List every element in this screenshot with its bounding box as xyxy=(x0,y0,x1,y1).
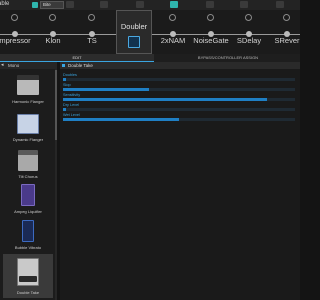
sidebar-item-label: Dynamic Flanger xyxy=(12,137,44,142)
toolbar-button-7[interactable] xyxy=(276,1,284,8)
sidebar-item-double-take[interactable]: Double Take xyxy=(3,254,53,298)
param-slider[interactable] xyxy=(63,108,295,111)
toolbar-button-3[interactable] xyxy=(136,1,144,8)
power-icon[interactable] xyxy=(11,14,18,21)
param-slider-fill xyxy=(63,108,66,111)
power-icon[interactable] xyxy=(207,14,214,21)
sidebar-item-label: Bubble Vibrato xyxy=(14,245,42,250)
param-label: Doubles xyxy=(63,73,77,77)
pedal-thumbnail xyxy=(17,75,39,95)
param-label: Slop xyxy=(63,83,71,87)
pedal-thumbnail xyxy=(21,184,35,206)
preset-name-field[interactable]: Bite xyxy=(40,1,64,9)
chain-node-doubler[interactable]: Doubler xyxy=(116,10,152,54)
effect-browser-sidebar: ◂ Mono Harmonic Flanger Dynamic Flanger … xyxy=(0,62,57,300)
doubler-thumbnail-icon[interactable] xyxy=(128,36,140,48)
pedal-thumbnail xyxy=(18,150,38,171)
chain-node-sreverb[interactable]: SRever xyxy=(262,10,312,54)
chain-node-label: TS xyxy=(87,36,97,45)
chain-node-ts[interactable]: TS xyxy=(67,10,117,54)
pedal-thumbnail xyxy=(17,114,39,134)
pedal-thumbnail xyxy=(22,220,34,242)
sidebar-category-label: Mono xyxy=(8,63,20,68)
sidebar-item-ampeg-liquifier[interactable]: Ampeg Liquifier xyxy=(3,182,53,214)
param-slider[interactable] xyxy=(63,98,295,101)
sidebar-scrollbar-thumb[interactable] xyxy=(55,70,57,140)
param-slider[interactable] xyxy=(63,78,295,81)
effect-parameter-panel: Double Take Doubles Slop Sensitivity Dry Le… xyxy=(60,62,300,300)
toolbar-button-5[interactable] xyxy=(206,1,214,8)
preset-left-label: able xyxy=(0,1,10,7)
param-slider-fill xyxy=(63,78,66,81)
top-toolbar: able Bite xyxy=(0,0,300,10)
pedal-thumbnail-label-plate xyxy=(19,276,37,282)
panel-header: Double Take xyxy=(60,62,300,69)
sidebar-header: ◂ Mono xyxy=(0,62,57,69)
sidebar-item-bubble-vibrato[interactable]: Bubble Vibrato xyxy=(3,218,53,250)
sidebar-item-tilt-chorus[interactable]: Tilt Chorus xyxy=(3,147,53,179)
toolbar-button-1[interactable] xyxy=(66,1,74,8)
sidebar-item-label: Ampeg Liquifier xyxy=(14,209,42,214)
param-slider[interactable] xyxy=(63,118,295,121)
param-slider-fill xyxy=(63,98,267,101)
param-label: Dry Level xyxy=(63,103,80,107)
power-icon[interactable] xyxy=(88,14,95,21)
param-label: Wet Level xyxy=(63,113,80,117)
param-slider[interactable] xyxy=(63,88,295,91)
sidebar-item-label: Tilt Chorus xyxy=(18,174,38,179)
sidebar-item-dynamic-flanger[interactable]: Dynamic Flanger xyxy=(3,110,53,142)
power-icon[interactable] xyxy=(169,14,176,21)
tab-bypass-controller-assign[interactable]: BYPASS/CONTROLLER ASSIGN xyxy=(156,54,300,62)
preset-icon xyxy=(32,2,38,8)
power-icon[interactable] xyxy=(49,14,56,21)
param-label: Sensitivity xyxy=(63,93,81,97)
sidebar-item-label: Double Take xyxy=(16,290,40,295)
panel-title: Double Take xyxy=(68,63,93,68)
param-slider-fill xyxy=(63,118,179,121)
arrow-left-icon[interactable]: ◂ xyxy=(1,63,4,68)
power-icon[interactable] xyxy=(283,14,290,21)
toolbar-button-4[interactable] xyxy=(170,1,178,8)
power-icon[interactable] xyxy=(245,14,252,21)
tab-strip: EDIT BYPASS/CONTROLLER ASSIGN xyxy=(0,54,300,62)
param-slider-fill xyxy=(63,88,149,91)
chain-node-label: SRever xyxy=(274,36,300,45)
toolbar-button-6[interactable] xyxy=(240,1,248,8)
effect-icon xyxy=(62,63,65,67)
sidebar-item-harmonic-flanger[interactable]: Harmonic Flanger xyxy=(3,72,53,104)
chain-node-label: Doubler xyxy=(120,22,148,31)
toolbar-button-2[interactable] xyxy=(100,1,108,8)
sidebar-item-label: Harmonic Flanger xyxy=(12,99,44,104)
preset-selector[interactable]: Bite xyxy=(32,1,64,9)
